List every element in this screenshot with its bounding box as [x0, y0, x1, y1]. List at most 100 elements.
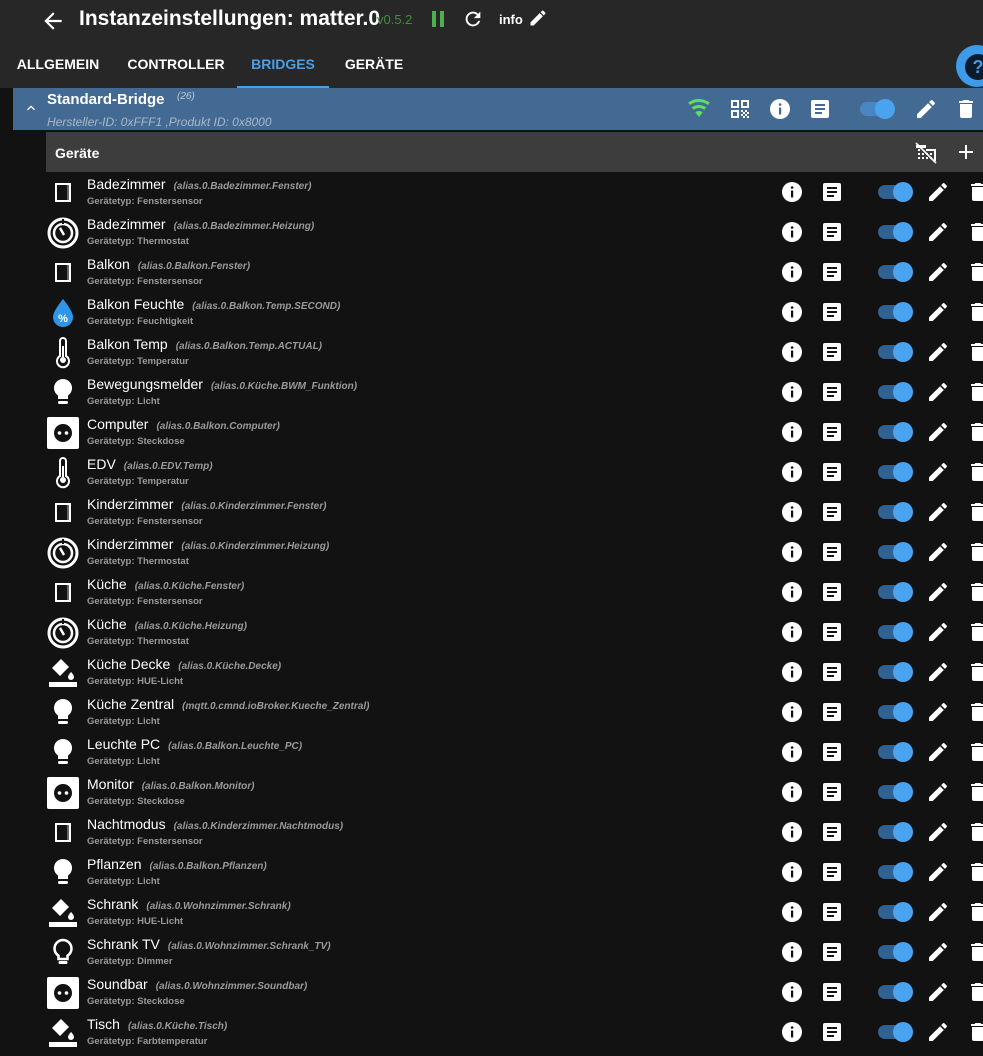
delete-icon[interactable]	[966, 980, 983, 1004]
reload-icon[interactable]	[462, 8, 484, 30]
device-row[interactable]: Schrank (alias.0.Wohnzimmer.Schrank) Gerä…	[46, 892, 983, 932]
info-icon[interactable]	[780, 260, 804, 284]
delete-icon[interactable]	[966, 1020, 983, 1044]
edit-icon[interactable]	[926, 380, 950, 404]
delete-icon[interactable]	[966, 180, 983, 204]
info-icon[interactable]	[780, 380, 804, 404]
delete-icon[interactable]	[966, 540, 983, 564]
info-icon[interactable]	[780, 860, 804, 884]
delete-icon[interactable]	[966, 780, 983, 804]
edit-icon[interactable]	[926, 260, 950, 284]
tab-allgemein[interactable]: ALLGEMEIN	[6, 42, 110, 88]
info-icon[interactable]	[780, 340, 804, 364]
device-enable-toggle[interactable]	[876, 260, 916, 284]
log-icon[interactable]	[820, 1020, 844, 1044]
device-enable-toggle[interactable]	[876, 180, 916, 204]
device-enable-toggle[interactable]	[876, 660, 916, 684]
edit-icon[interactable]	[926, 460, 950, 484]
device-enable-toggle[interactable]	[876, 580, 916, 604]
device-enable-toggle[interactable]	[876, 940, 916, 964]
delete-icon[interactable]	[966, 820, 983, 844]
device-row[interactable]: Küche (alias.0.Küche.Heizung) Gerätetyp: …	[46, 612, 983, 652]
device-enable-toggle[interactable]	[876, 700, 916, 724]
edit-icon[interactable]	[926, 1020, 950, 1044]
info-icon[interactable]	[780, 220, 804, 244]
device-row[interactable]: Tisch (alias.0.Küche.Tisch) Gerätetyp: Fa…	[46, 1012, 983, 1052]
edit-icon[interactable]	[926, 620, 950, 644]
device-row[interactable]: Balkon (alias.0.Balkon.Fenster) Gerätetyp…	[46, 252, 983, 292]
tab-controller[interactable]: CONTROLLER	[118, 42, 234, 88]
device-enable-toggle[interactable]	[876, 340, 916, 364]
info-icon[interactable]	[780, 420, 804, 444]
log-icon[interactable]	[820, 700, 844, 724]
device-enable-toggle[interactable]	[876, 220, 916, 244]
info-icon[interactable]	[780, 980, 804, 1004]
delete-icon[interactable]	[966, 220, 983, 244]
edit-icon[interactable]	[926, 940, 950, 964]
delete-icon[interactable]	[966, 380, 983, 404]
delete-icon[interactable]	[966, 940, 983, 964]
log-icon[interactable]	[820, 780, 844, 804]
delete-icon[interactable]	[966, 260, 983, 284]
edit-icon[interactable]	[926, 300, 950, 324]
info-icon[interactable]	[780, 940, 804, 964]
qr-code-icon[interactable]	[728, 97, 752, 121]
device-enable-toggle[interactable]	[876, 860, 916, 884]
info-icon[interactable]	[780, 460, 804, 484]
log-icon[interactable]	[820, 860, 844, 884]
delete-icon[interactable]	[966, 860, 983, 884]
back-arrow-icon[interactable]	[40, 8, 66, 34]
log-icon[interactable]	[820, 380, 844, 404]
device-row[interactable]: Schrank TV (alias.0.Wohnzimmer.Schrank_TV…	[46, 932, 983, 972]
info-icon[interactable]	[780, 580, 804, 604]
delete-icon[interactable]	[966, 500, 983, 524]
info-icon[interactable]	[780, 700, 804, 724]
device-enable-toggle[interactable]	[876, 540, 916, 564]
edit-icon[interactable]	[926, 340, 950, 364]
tab-geraete[interactable]: GERÄTE	[334, 42, 414, 88]
device-row[interactable]: Bewegungsmelder (alias.0.Küche.BWM_Funkti…	[46, 372, 983, 412]
device-enable-toggle[interactable]	[876, 460, 916, 484]
device-row[interactable]: Monitor (alias.0.Balkon.Monitor) Gerätety…	[46, 772, 983, 812]
log-icon[interactable]	[820, 220, 844, 244]
log-icon[interactable]	[820, 900, 844, 924]
info-icon[interactable]	[780, 900, 804, 924]
info-icon[interactable]	[780, 740, 804, 764]
device-row[interactable]: Kinderzimmer (alias.0.Kinderzimmer.Heizun…	[46, 532, 983, 572]
device-row[interactable]: % Balkon Feuchte (alias.0.Balkon.Temp.SEC…	[46, 292, 983, 332]
log-icon[interactable]	[820, 500, 844, 524]
delete-icon[interactable]	[966, 660, 983, 684]
bridge-enable-toggle[interactable]	[858, 97, 898, 121]
device-enable-toggle[interactable]	[876, 820, 916, 844]
log-icon[interactable]	[820, 940, 844, 964]
edit-icon[interactable]	[926, 700, 950, 724]
edit-icon[interactable]	[926, 500, 950, 524]
delete-icon[interactable]	[966, 340, 983, 364]
chevron-up-icon[interactable]	[23, 100, 39, 116]
device-enable-toggle[interactable]	[876, 300, 916, 324]
log-icon[interactable]	[820, 540, 844, 564]
tab-bridges[interactable]: BRIDGES	[237, 42, 329, 88]
device-enable-toggle[interactable]	[876, 380, 916, 404]
device-enable-toggle[interactable]	[876, 740, 916, 764]
info-icon[interactable]	[780, 1020, 804, 1044]
edit-icon[interactable]	[926, 900, 950, 924]
edit-icon[interactable]	[926, 740, 950, 764]
device-row[interactable]: Computer (alias.0.Balkon.Computer) Geräte…	[46, 412, 983, 452]
log-icon[interactable]	[820, 820, 844, 844]
delete-icon[interactable]	[966, 700, 983, 724]
device-row[interactable]: Küche Zentral (mqtt.0.cmnd.ioBroker.Kuech…	[46, 692, 983, 732]
info-icon[interactable]	[780, 300, 804, 324]
edit-icon[interactable]	[926, 580, 950, 604]
log-icon[interactable]	[820, 620, 844, 644]
device-row[interactable]: Nachtmodus (alias.0.Kinderzimmer.Nachtmod…	[46, 812, 983, 852]
delete-icon[interactable]	[966, 300, 983, 324]
device-enable-toggle[interactable]	[876, 900, 916, 924]
info-icon[interactable]	[780, 540, 804, 564]
bridge-header[interactable]: Standard-Bridge (26) Hersteller-ID: 0xFF…	[13, 88, 983, 130]
edit-icon[interactable]	[926, 180, 950, 204]
delete-icon[interactable]	[966, 740, 983, 764]
log-icon[interactable]	[820, 580, 844, 604]
device-enable-toggle[interactable]	[876, 500, 916, 524]
edit-info-icon[interactable]	[528, 8, 548, 28]
